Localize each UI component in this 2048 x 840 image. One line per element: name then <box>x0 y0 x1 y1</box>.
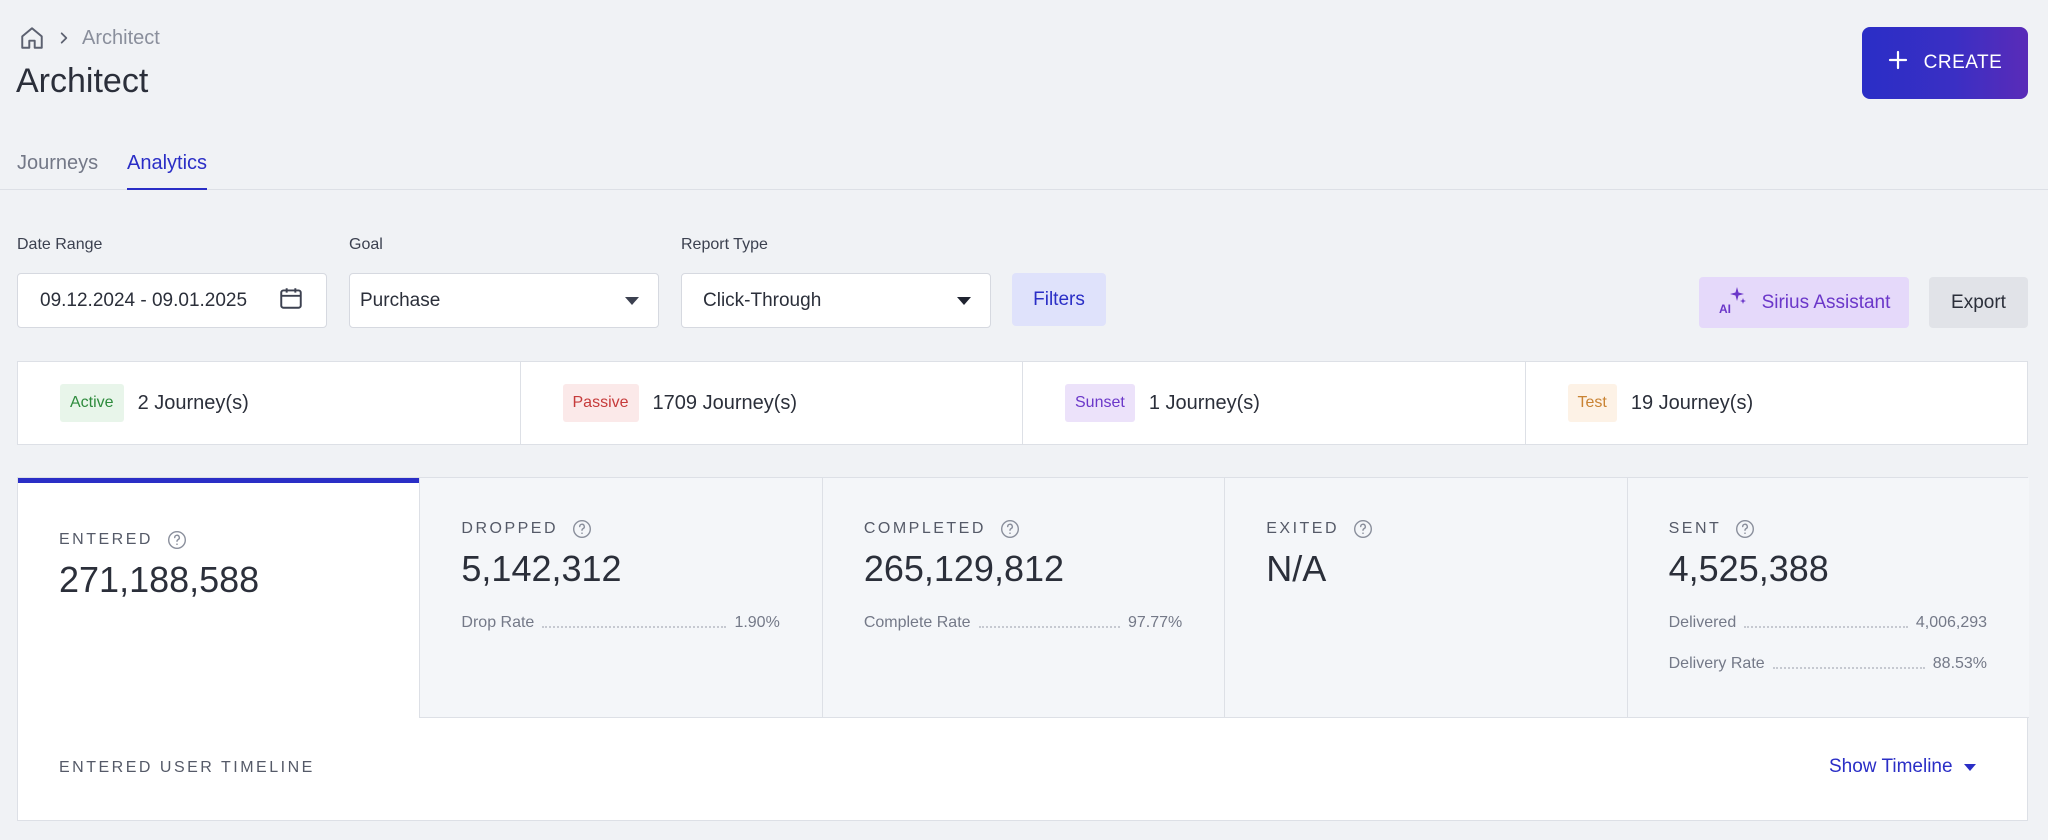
metric-value: 271,188,588 <box>59 559 260 600</box>
filters-button[interactable]: Filters <box>1012 273 1106 326</box>
page-title: Architect <box>16 62 149 100</box>
dotted-leader <box>1772 659 1925 669</box>
metric-completed[interactable]: COMPLETED 265,129,812 Complete Rate 97.7… <box>821 478 1225 718</box>
breadcrumb: Architect <box>18 24 160 52</box>
caret-down-icon <box>1963 756 1977 778</box>
status-sunset[interactable]: Sunset 1 Journey(s) <box>1023 362 1526 444</box>
metric-value: 265,129,812 <box>863 548 1065 589</box>
sub-label: Delivered <box>1668 614 1737 631</box>
metric-label: EXITED <box>1266 520 1340 537</box>
report-type-label: Report Type <box>681 236 768 253</box>
date-range-label: Date Range <box>17 236 103 253</box>
metric-entered[interactable]: ENTERED 271,188,588 <box>18 478 420 718</box>
tab-analytics[interactable]: Analytics <box>127 152 208 190</box>
show-timeline-label: Show Timeline <box>1829 756 1953 777</box>
metric-exited[interactable]: EXITED N/A <box>1224 478 1627 718</box>
metric-label: ENTERED <box>59 531 153 548</box>
status-badge: Active <box>60 384 124 422</box>
date-range-value: 09.12.2024 - 09.01.2025 <box>40 289 248 311</box>
goal-label: Goal <box>349 236 383 253</box>
sub-value: 97.77% <box>1127 614 1183 631</box>
status-active[interactable]: Active 2 Journey(s) <box>18 362 521 444</box>
plus-icon <box>1888 50 1908 76</box>
status-count: 2 Journey(s) <box>137 391 249 414</box>
goal-value: Purchase <box>360 289 441 311</box>
metric-label: SENT <box>1668 520 1722 537</box>
metric-label: DROPPED <box>461 520 559 537</box>
chevron-right-icon <box>56 30 72 46</box>
help-circle-icon[interactable] <box>1000 519 1020 539</box>
help-circle-icon[interactable] <box>572 519 592 539</box>
metric-sub-row: Delivery Rate 88.53% <box>1669 653 1987 675</box>
sub-value: 1.90% <box>734 614 780 631</box>
sirius-assistant-label: Sirius Assistant <box>1761 291 1891 313</box>
tab-bar: Journeys Analytics <box>0 142 2048 190</box>
help-circle-icon[interactable] <box>167 530 187 550</box>
timeline-label: ENTERED USER TIMELINE <box>59 759 315 776</box>
svg-text:AI: AI <box>1719 302 1731 315</box>
export-button[interactable]: Export <box>1929 277 2028 328</box>
sirius-assistant-button[interactable]: AI Sirius Assistant <box>1699 277 1909 328</box>
tab-journeys[interactable]: Journeys <box>17 152 98 190</box>
metrics-panel: ENTERED 271,188,588 DROPPED 5,142,312 Dr… <box>17 477 2030 821</box>
metric-sub-row: Drop Rate 1.90% <box>461 612 779 634</box>
status-count: 1 Journey(s) <box>1148 391 1260 414</box>
metric-sub-row: Complete Rate 97.77% <box>864 612 1182 634</box>
journey-status-strip: Active 2 Journey(s) Passive 1709 Journey… <box>17 361 2028 445</box>
help-circle-icon[interactable] <box>1353 519 1373 539</box>
date-range-picker[interactable]: 09.12.2024 - 09.01.2025 <box>17 273 327 328</box>
show-timeline-button[interactable]: Show Timeline <box>1829 756 1977 778</box>
caret-down-icon <box>956 290 972 312</box>
status-badge: Passive <box>562 384 639 422</box>
home-icon[interactable] <box>18 24 46 52</box>
status-badge: Test <box>1567 384 1617 422</box>
create-button[interactable]: CREATE <box>1862 27 2028 99</box>
goal-select[interactable]: Purchase <box>349 273 659 328</box>
sub-label: Drop Rate <box>461 614 535 631</box>
dotted-leader <box>978 618 1120 628</box>
create-button-label: CREATE <box>1923 52 2003 73</box>
breadcrumb-current: Architect <box>82 26 160 49</box>
metric-label: COMPLETED <box>863 520 986 537</box>
sub-value: 88.53% <box>1932 655 1988 672</box>
status-test[interactable]: Test 19 Journey(s) <box>1526 362 2028 444</box>
caret-down-icon <box>624 290 640 312</box>
status-passive[interactable]: Passive 1709 Journey(s) <box>521 362 1023 444</box>
status-count: 19 Journey(s) <box>1630 391 1754 414</box>
sub-value: 4,006,293 <box>1915 614 1988 631</box>
sub-label: Complete Rate <box>863 614 971 631</box>
metric-value: 5,142,312 <box>461 548 622 589</box>
metric-sent[interactable]: SENT 4,525,388 Delivered 4,006,293 Deliv… <box>1626 478 2030 718</box>
dotted-leader <box>1744 618 1908 628</box>
dotted-leader <box>542 618 727 628</box>
metric-dropped[interactable]: DROPPED 5,142,312 Drop Rate 1.90% <box>419 478 822 718</box>
status-badge: Sunset <box>1065 384 1135 422</box>
metric-cards: ENTERED 271,188,588 DROPPED 5,142,312 Dr… <box>18 478 2030 718</box>
metric-value: 4,525,388 <box>1668 548 1829 589</box>
metric-sub-row: Delivered 4,006,293 <box>1669 612 1987 634</box>
report-type-value: Click-Through <box>703 289 822 311</box>
metric-value: N/A <box>1266 548 1327 589</box>
status-count: 1709 Journey(s) <box>652 391 798 414</box>
report-type-select[interactable]: Click-Through <box>681 273 991 328</box>
help-circle-icon[interactable] <box>1735 519 1755 539</box>
sub-label: Delivery Rate <box>1668 655 1765 672</box>
ai-sparkle-icon: AI <box>1718 285 1748 321</box>
calendar-icon[interactable] <box>278 285 304 317</box>
